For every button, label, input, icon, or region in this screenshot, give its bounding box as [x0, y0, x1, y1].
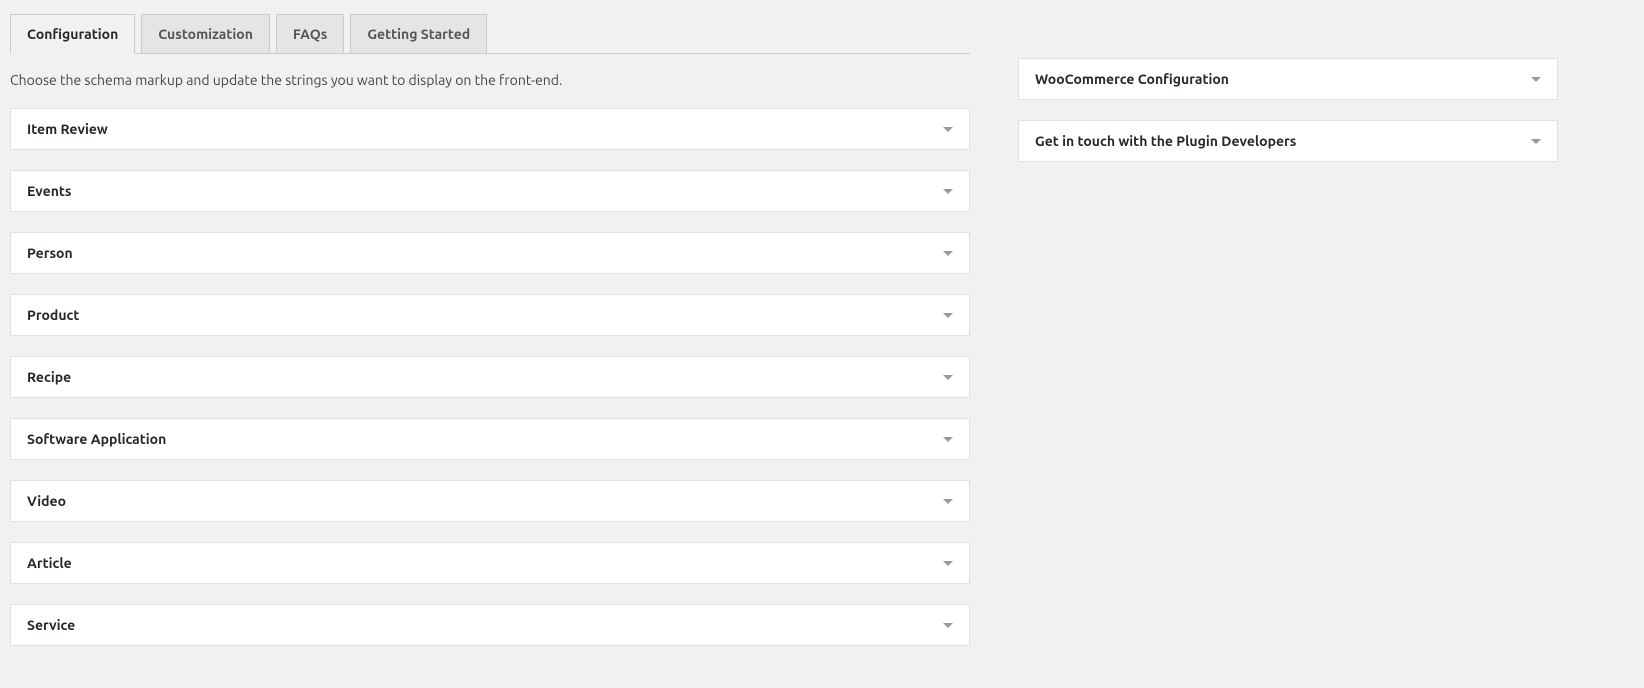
- chevron-down-icon: [943, 375, 953, 380]
- chevron-down-icon: [943, 127, 953, 132]
- schema-panel-item-review[interactable]: Item Review: [10, 108, 970, 150]
- schema-panel-article[interactable]: Article: [10, 542, 970, 584]
- tab-label: Customization: [158, 26, 253, 42]
- schema-panel-title: Article: [27, 555, 72, 571]
- chevron-down-icon: [943, 437, 953, 442]
- chevron-down-icon: [1531, 77, 1541, 82]
- tab-getting-started[interactable]: Getting Started: [350, 14, 487, 53]
- tab-label: Getting Started: [367, 26, 470, 42]
- chevron-down-icon: [943, 561, 953, 566]
- schema-panel-title: Item Review: [27, 121, 108, 137]
- chevron-down-icon: [1531, 139, 1541, 144]
- tab-customization[interactable]: Customization: [141, 14, 270, 53]
- chevron-down-icon: [943, 623, 953, 628]
- schema-panel-title: Person: [27, 245, 73, 261]
- tab-configuration[interactable]: Configuration: [10, 14, 135, 54]
- sidebar-panel-get-in-touch[interactable]: Get in touch with the Plugin Developers: [1018, 120, 1558, 162]
- main-column: Configuration Customization FAQs Getting…: [10, 10, 970, 646]
- schema-panel-title: Service: [27, 617, 75, 633]
- chevron-down-icon: [943, 499, 953, 504]
- sidebar-column: WooCommerce Configuration Get in touch w…: [1018, 58, 1558, 162]
- sidebar-panel-title: WooCommerce Configuration: [1035, 71, 1229, 87]
- schema-panel-title: Events: [27, 183, 72, 199]
- schema-panel-list: Item Review Events Person Product Recipe: [10, 108, 970, 646]
- schema-panel-product[interactable]: Product: [10, 294, 970, 336]
- schema-panel-video[interactable]: Video: [10, 480, 970, 522]
- schema-panel-recipe[interactable]: Recipe: [10, 356, 970, 398]
- schema-panel-service[interactable]: Service: [10, 604, 970, 646]
- settings-page: Configuration Customization FAQs Getting…: [10, 10, 1634, 646]
- schema-panel-events[interactable]: Events: [10, 170, 970, 212]
- sidebar-panel-woocommerce-config[interactable]: WooCommerce Configuration: [1018, 58, 1558, 100]
- sidebar-panel-title: Get in touch with the Plugin Developers: [1035, 133, 1296, 149]
- tab-label: FAQs: [293, 26, 327, 42]
- schema-panel-title: Product: [27, 307, 79, 323]
- chevron-down-icon: [943, 251, 953, 256]
- tab-label: Configuration: [27, 26, 118, 42]
- schema-panel-title: Recipe: [27, 369, 71, 385]
- intro-text: Choose the schema markup and update the …: [10, 72, 970, 88]
- chevron-down-icon: [943, 313, 953, 318]
- chevron-down-icon: [943, 189, 953, 194]
- schema-panel-software-application[interactable]: Software Application: [10, 418, 970, 460]
- schema-panel-title: Video: [27, 493, 66, 509]
- schema-panel-person[interactable]: Person: [10, 232, 970, 274]
- schema-panel-title: Software Application: [27, 431, 166, 447]
- tabs-nav: Configuration Customization FAQs Getting…: [10, 14, 970, 54]
- tab-faqs[interactable]: FAQs: [276, 14, 344, 53]
